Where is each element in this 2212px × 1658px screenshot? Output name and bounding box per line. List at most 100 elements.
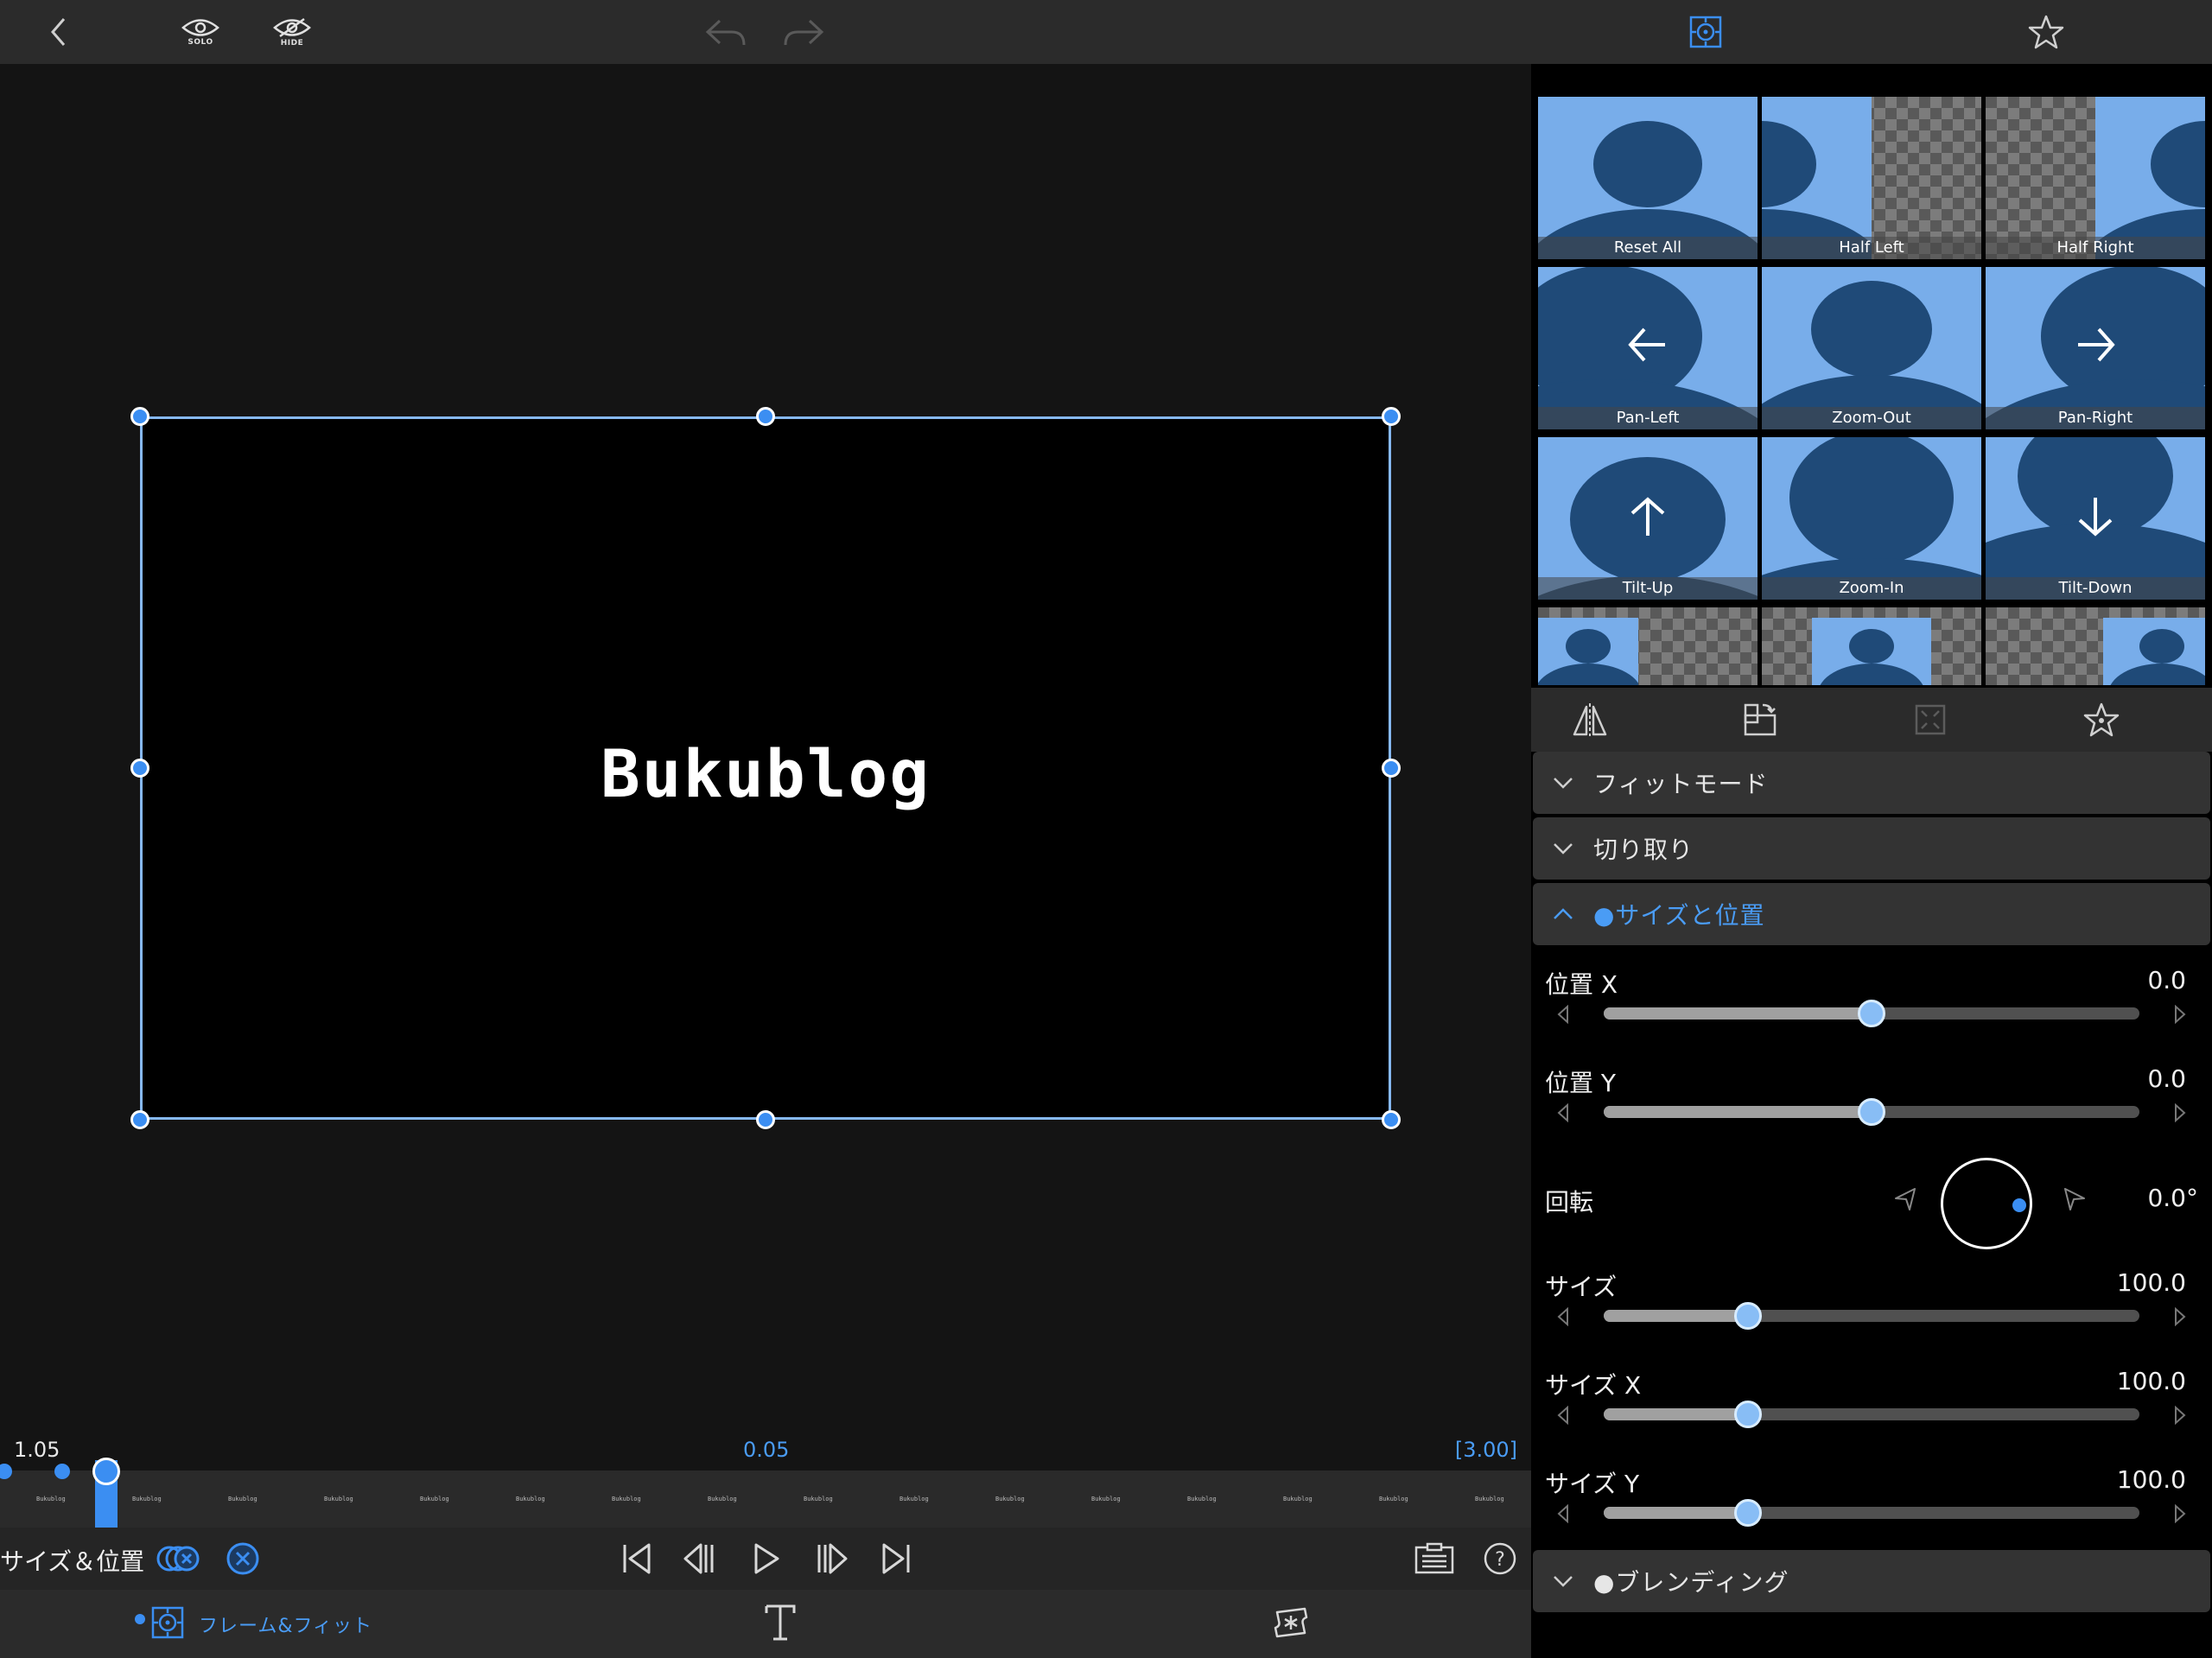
next-frame-button[interactable] xyxy=(812,1528,852,1590)
increment-arrow-icon[interactable] xyxy=(2174,1307,2186,1326)
preset-half-left[interactable]: Half Left xyxy=(1762,97,1981,259)
chevron-down-icon xyxy=(1554,843,1573,854)
preset-half-right[interactable]: Half Right xyxy=(1986,97,2205,259)
resize-handle-left[interactable] xyxy=(130,759,149,778)
frame-fit-label[interactable]: フレーム&フィット xyxy=(199,1610,372,1638)
clip-canvas[interactable]: Bukublog xyxy=(140,416,1391,1120)
rotate-right-icon[interactable] xyxy=(2062,1185,2088,1211)
playhead-knob[interactable] xyxy=(92,1458,120,1485)
track-thumbnail: Bukublog xyxy=(420,1496,449,1502)
section-size-position[interactable]: ●サイズと位置 xyxy=(1533,883,2210,945)
play-button[interactable] xyxy=(747,1528,786,1590)
flip-button[interactable] xyxy=(1538,688,1642,752)
track-thumbnail: Bukublog xyxy=(995,1496,1025,1502)
frame-target-icon xyxy=(1689,16,1722,48)
size-y-value[interactable]: 100.0 xyxy=(2117,1465,2186,1494)
chevron-down-icon xyxy=(1554,778,1573,789)
increment-arrow-icon[interactable] xyxy=(2174,1406,2186,1425)
skip-to-end-button[interactable] xyxy=(876,1528,916,1590)
fit-frame-button[interactable] xyxy=(1878,688,1982,752)
chevron-up-icon xyxy=(1554,908,1573,919)
small-image-area xyxy=(1812,618,1931,685)
solo-button[interactable]: SOLO xyxy=(176,0,225,64)
timeline-track[interactable]: Bukublog Bukublog Bukublog Bukublog Buku… xyxy=(0,1471,1531,1528)
resize-handle-top[interactable] xyxy=(756,407,775,426)
decrement-arrow-icon[interactable] xyxy=(1557,1307,1569,1326)
resize-handle-bottom-right[interactable] xyxy=(1382,1110,1401,1129)
decrement-arrow-icon[interactable] xyxy=(1557,1504,1569,1523)
rotation-value[interactable]: 0.0° xyxy=(2147,1184,2198,1212)
slider-knob[interactable] xyxy=(1734,1401,1763,1428)
resize-handle-top-left[interactable] xyxy=(130,407,149,426)
section-crop[interactable]: 切り取り xyxy=(1533,817,2210,880)
slider-fill xyxy=(1604,1007,1872,1020)
track-thumbnail: Bukublog xyxy=(708,1496,737,1502)
keyframe-dot[interactable] xyxy=(54,1464,70,1479)
section-blending[interactable]: ●ブレンディング xyxy=(1533,1550,2210,1612)
keyframe-toggle-icon xyxy=(156,1546,200,1572)
slider-fill xyxy=(1604,1408,1749,1420)
size-y-slider[interactable] xyxy=(1604,1499,2139,1527)
slider-knob[interactable] xyxy=(1734,1499,1763,1527)
slider-knob[interactable] xyxy=(1858,1098,1885,1126)
pos-y-value[interactable]: 0.0 xyxy=(2147,1064,2186,1093)
resize-handle-right[interactable] xyxy=(1382,759,1401,778)
hide-button[interactable]: HIDE xyxy=(268,0,316,64)
rotate-left-icon[interactable] xyxy=(1892,1185,1918,1211)
clipboard-button[interactable] xyxy=(1412,1528,1457,1590)
rotation-dial[interactable] xyxy=(1941,1158,2032,1249)
redo-button[interactable] xyxy=(779,0,828,64)
remove-keyframe-button[interactable] xyxy=(223,1528,263,1590)
track-thumbnail: Bukublog xyxy=(1283,1496,1313,1502)
slider-knob[interactable] xyxy=(1858,1000,1885,1027)
track-thumbnail: Bukublog xyxy=(1091,1496,1121,1502)
person-silhouette-icon xyxy=(1762,281,1981,429)
resize-handle-bottom-left[interactable] xyxy=(130,1110,149,1129)
frame-fit-tab-icon-button[interactable] xyxy=(150,1605,185,1643)
favorite-button[interactable] xyxy=(2050,688,2153,752)
star-icon xyxy=(2083,702,2120,737)
increment-arrow-icon[interactable] xyxy=(2174,1103,2186,1122)
preset-pan-left[interactable]: Pan-Left xyxy=(1538,267,1758,429)
svg-text:?: ? xyxy=(1495,1549,1505,1571)
preset-quarter-center[interactable] xyxy=(1762,607,1981,685)
undo-button[interactable] xyxy=(702,0,750,64)
effects-tab-button[interactable] xyxy=(1272,1605,1310,1643)
text-tab-button[interactable] xyxy=(764,1604,797,1645)
chevron-down-icon xyxy=(1554,1576,1573,1587)
skip-to-start-button[interactable] xyxy=(617,1528,657,1590)
pos-x-slider[interactable] xyxy=(1604,1000,2139,1027)
decrement-arrow-icon[interactable] xyxy=(1557,1406,1569,1425)
frame-fit-tab[interactable] xyxy=(1681,0,1730,64)
size-x-value[interactable]: 100.0 xyxy=(2117,1367,2186,1395)
back-button[interactable] xyxy=(43,0,74,64)
keyframe-toggle[interactable] xyxy=(156,1528,200,1590)
pos-y-slider[interactable] xyxy=(1604,1098,2139,1126)
slider-knob[interactable] xyxy=(1734,1302,1763,1330)
preset-tilt-up[interactable]: Tilt-Up xyxy=(1538,437,1758,600)
resize-handle-top-right[interactable] xyxy=(1382,407,1401,426)
slider-fill xyxy=(1604,1507,1749,1519)
preset-quarter-right[interactable] xyxy=(1986,607,2205,685)
preset-zoom-in[interactable]: Zoom-In xyxy=(1762,437,1981,600)
size-value[interactable]: 100.0 xyxy=(2117,1268,2186,1297)
preset-quarter-left[interactable] xyxy=(1538,607,1758,685)
favorites-tab[interactable] xyxy=(2022,0,2070,64)
previous-frame-button[interactable] xyxy=(679,1528,719,1590)
decrement-arrow-icon[interactable] xyxy=(1557,1103,1569,1122)
size-x-slider[interactable] xyxy=(1604,1401,2139,1428)
help-button[interactable]: ? xyxy=(1481,1528,1519,1590)
increment-arrow-icon[interactable] xyxy=(2174,1504,2186,1523)
preset-tilt-down[interactable]: Tilt-Down xyxy=(1986,437,2205,600)
size-slider[interactable] xyxy=(1604,1302,2139,1330)
preset-zoom-out[interactable]: Zoom-Out xyxy=(1762,267,1981,429)
preset-reset-all[interactable]: Reset All xyxy=(1538,97,1758,259)
rotate-90-button[interactable] xyxy=(1707,688,1811,752)
section-fit-mode[interactable]: フィットモード xyxy=(1533,752,2210,814)
increment-arrow-icon[interactable] xyxy=(2174,1005,2186,1024)
resize-handle-bottom[interactable] xyxy=(756,1110,775,1129)
person-silhouette-icon xyxy=(2095,121,2205,259)
pos-x-value[interactable]: 0.0 xyxy=(2147,966,2186,994)
decrement-arrow-icon[interactable] xyxy=(1557,1005,1569,1024)
preset-pan-right[interactable]: Pan-Right xyxy=(1986,267,2205,429)
